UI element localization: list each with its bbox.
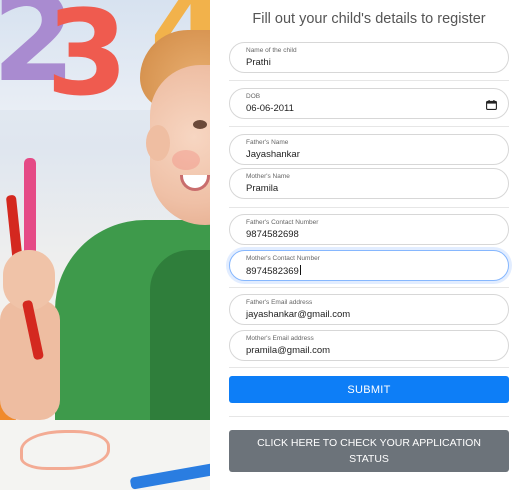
mother-contact-text: 8974582369 bbox=[246, 266, 299, 277]
child-name-value: Prathi bbox=[246, 57, 271, 68]
divider bbox=[229, 416, 509, 417]
father-contact-field[interactable]: Father's Contact Number 9874582698 bbox=[229, 214, 509, 245]
mother-name-value: Pramila bbox=[246, 183, 279, 194]
form-title: Fill out your child's details to registe… bbox=[252, 11, 486, 27]
child-name-field[interactable]: Name of the child Prathi bbox=[229, 42, 509, 73]
child-ear bbox=[146, 125, 170, 161]
check-status-button[interactable]: CLICK HERE TO CHECK YOUR APPLICATION STA… bbox=[229, 430, 509, 472]
father-contact-label: Father's Contact Number bbox=[246, 219, 319, 226]
mother-contact-value: 8974582369 bbox=[246, 265, 301, 277]
child-cheek bbox=[172, 150, 200, 170]
calendar-icon[interactable] bbox=[486, 100, 497, 110]
drawing-doodle bbox=[20, 430, 110, 470]
mother-email-label: Mother's Email address bbox=[246, 335, 314, 342]
divider bbox=[229, 126, 509, 127]
submit-button[interactable]: SUBMIT bbox=[229, 376, 509, 403]
dob-value: 06-06-2011 bbox=[246, 103, 294, 114]
divider bbox=[229, 207, 509, 208]
dob-field[interactable]: DOB 06-06-2011 bbox=[229, 88, 509, 119]
father-name-field[interactable]: Father's Name Jayashankar bbox=[229, 134, 509, 165]
mother-contact-field[interactable]: Mother's Contact Number 8974582369 bbox=[229, 250, 509, 281]
child-eye bbox=[193, 120, 207, 129]
child-name-label: Name of the child bbox=[246, 47, 297, 54]
father-email-value: jayashankar@gmail.com bbox=[246, 309, 351, 320]
mother-name-field[interactable]: Mother's Name Pramila bbox=[229, 168, 509, 199]
father-name-label: Father's Name bbox=[246, 139, 289, 146]
father-email-field[interactable]: Father's Email address jayashankar@gmail… bbox=[229, 294, 509, 325]
mother-email-value: pramila@gmail.com bbox=[246, 345, 331, 356]
divider bbox=[229, 287, 509, 288]
divider bbox=[229, 80, 509, 81]
father-contact-value: 9874582698 bbox=[246, 229, 299, 240]
hero-photo: 2 3 4 bbox=[0, 0, 210, 490]
registration-panel: Fill out your child's details to registe… bbox=[210, 0, 522, 490]
mother-email-field[interactable]: Mother's Email address pramila@gmail.com bbox=[229, 330, 509, 361]
text-cursor bbox=[299, 265, 301, 275]
father-name-value: Jayashankar bbox=[246, 149, 300, 160]
mother-contact-label: Mother's Contact Number bbox=[246, 255, 320, 262]
dob-label: DOB bbox=[246, 93, 261, 100]
wall-number-3: 3 bbox=[46, 0, 129, 122]
divider bbox=[229, 367, 509, 368]
child-shirt-shadow bbox=[150, 250, 210, 430]
mother-name-label: Mother's Name bbox=[246, 173, 290, 180]
father-email-label: Father's Email address bbox=[246, 299, 313, 306]
